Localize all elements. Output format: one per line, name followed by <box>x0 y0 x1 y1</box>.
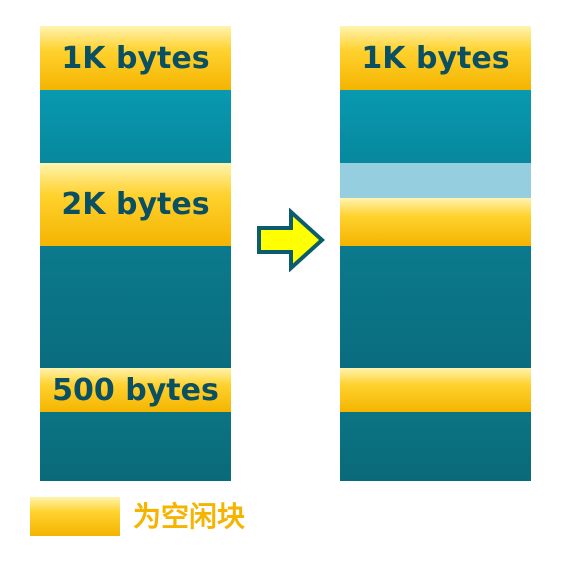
free-block-1k: 1K bytes <box>340 26 531 90</box>
right-arrow-icon <box>257 208 325 272</box>
free-block-2k: 2K bytes <box>40 163 231 246</box>
memory-column-after: 1K bytes <box>340 26 531 481</box>
used-block <box>340 90 531 163</box>
free-block-500: 500 bytes <box>40 368 231 412</box>
used-block <box>40 412 231 481</box>
block-label: 2K bytes <box>61 187 210 222</box>
used-block <box>340 246 531 368</box>
memory-column-before: 1K bytes 2K bytes 500 bytes <box>40 26 231 481</box>
block-label: 1K bytes <box>61 40 210 76</box>
block-label: 1K bytes <box>361 40 510 76</box>
free-block-1k: 1K bytes <box>40 26 231 90</box>
allocated-block <box>340 163 531 198</box>
free-block <box>340 368 531 412</box>
used-block <box>40 90 231 163</box>
legend-label: 为空闲块 <box>133 500 246 533</box>
legend-swatch <box>30 497 120 536</box>
free-block-remaining <box>340 198 531 246</box>
block-label: 500 bytes <box>52 372 219 408</box>
used-block <box>340 412 531 481</box>
used-block <box>40 246 231 368</box>
